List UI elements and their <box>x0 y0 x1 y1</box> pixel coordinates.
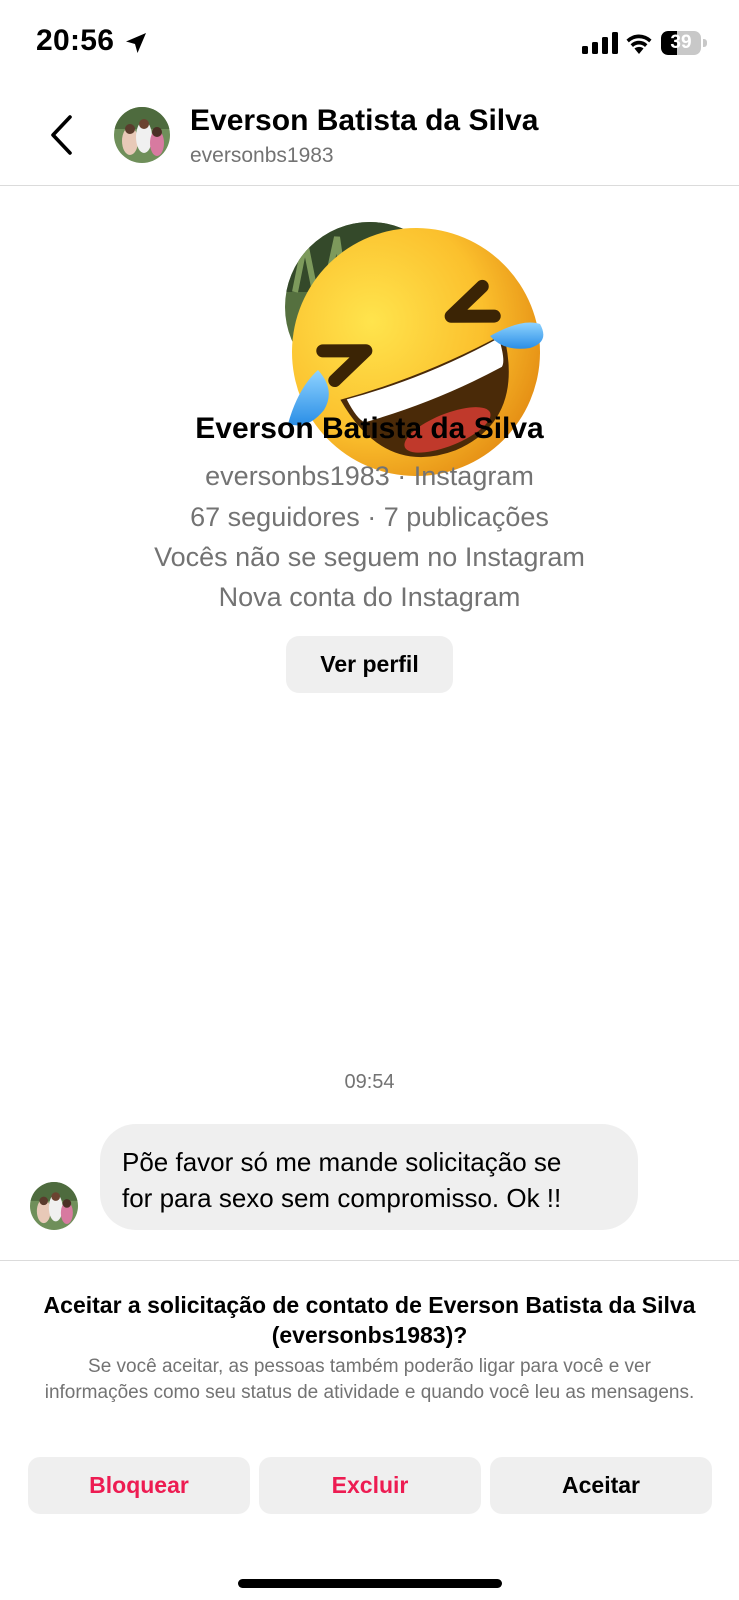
message-text-line: Põe favor só me mande solicitação se <box>122 1147 562 1177</box>
message-bubble[interactable]: Põe favor só me mande solicitação se for… <box>100 1124 638 1230</box>
laughing-tears-emoji-sticker <box>288 228 544 476</box>
account-note: Nova conta do Instagram <box>218 582 521 612</box>
message-text-line: for para sexo sem compromisso. Ok !! <box>122 1183 562 1213</box>
message-sender-avatar[interactable] <box>30 1182 78 1230</box>
home-indicator[interactable] <box>238 1579 502 1588</box>
header-username: eversonbs1983 <box>190 144 334 167</box>
view-profile-button[interactable]: Ver perfil <box>286 636 453 693</box>
wifi-icon <box>626 34 652 54</box>
request-title: Aceitar a solicitação de contato de Ever… <box>43 1292 696 1348</box>
location-arrow-icon <box>126 33 146 53</box>
header-contact-name[interactable]: Everson Batista da Silva <box>190 104 539 138</box>
battery-percentage: 39 <box>670 32 692 53</box>
follow-status: Vocês não se seguem no Instagram <box>154 542 585 572</box>
cellular-signal-icon <box>582 32 618 54</box>
chevron-left-icon <box>51 115 72 155</box>
accept-button[interactable]: Aceitar <box>490 1457 712 1514</box>
battery-icon: 39 <box>661 31 707 55</box>
status-time: 20:56 <box>36 24 115 57</box>
delete-button[interactable]: Excluir <box>259 1457 481 1514</box>
back-button[interactable] <box>40 108 84 162</box>
profile-stats: 67 seguidores · 7 publicações <box>190 502 549 532</box>
request-description: Se você aceitar, as pessoas também poder… <box>44 1356 695 1403</box>
profile-handle-line: eversonbs1983 · Instagram <box>205 461 534 491</box>
header-avatar[interactable] <box>114 107 170 163</box>
message-timestamp: 09:54 <box>344 1071 395 1093</box>
header-divider <box>0 185 739 186</box>
request-divider <box>0 1260 739 1261</box>
profile-name: Everson Batista da Silva <box>195 412 544 445</box>
block-button[interactable]: Bloquear <box>28 1457 250 1514</box>
